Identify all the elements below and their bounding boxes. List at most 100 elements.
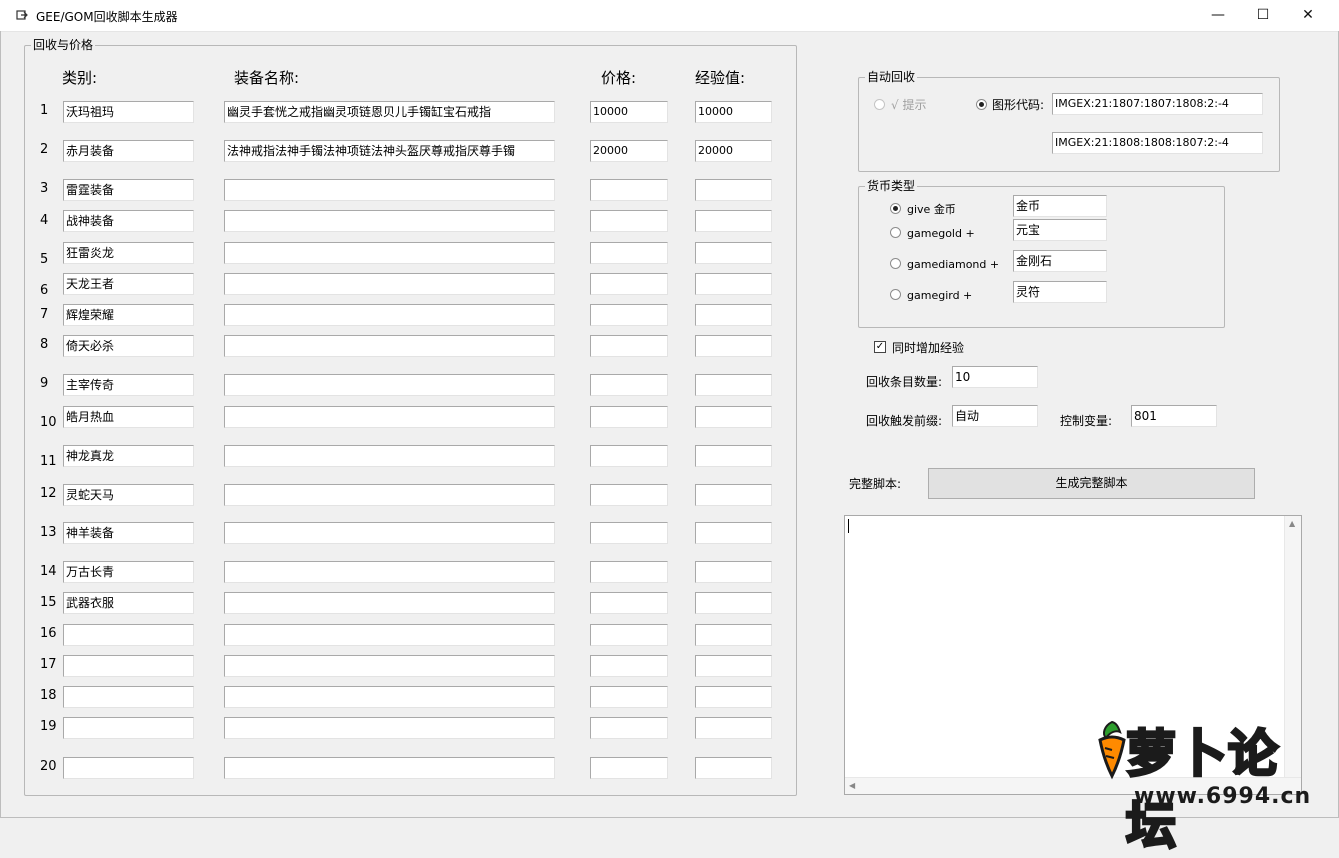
- price-input[interactable]: [590, 592, 668, 614]
- exp-input[interactable]: [695, 210, 772, 232]
- give-gold-radio[interactable]: [890, 203, 901, 214]
- price-input[interactable]: [590, 242, 668, 264]
- category-input[interactable]: 神羊装备: [63, 522, 194, 544]
- generate-script-button[interactable]: 生成完整脚本: [928, 468, 1255, 499]
- equipment-name-input[interactable]: [224, 484, 555, 506]
- price-input[interactable]: [590, 686, 668, 708]
- give-gold-value-input[interactable]: 金币: [1013, 195, 1107, 217]
- category-input[interactable]: 神龙真龙: [63, 445, 194, 467]
- equipment-name-input[interactable]: [224, 686, 555, 708]
- equipment-name-input[interactable]: [224, 561, 555, 583]
- graphic-code-2-input[interactable]: IMGEX:21:1808:1808:1807:2:-4: [1052, 132, 1263, 154]
- price-input[interactable]: [590, 757, 668, 779]
- price-input[interactable]: [590, 445, 668, 467]
- price-input[interactable]: [590, 484, 668, 506]
- gamegird-value-input[interactable]: 灵符: [1013, 281, 1107, 303]
- exp-input[interactable]: [695, 304, 772, 326]
- scroll-up-icon[interactable]: ▲: [1289, 519, 1295, 528]
- graphic-code-1-input[interactable]: IMGEX:21:1807:1807:1808:2:-4: [1052, 93, 1263, 115]
- graphic-code-radio[interactable]: [976, 99, 987, 110]
- category-input[interactable]: [63, 757, 194, 779]
- gamegold-radio[interactable]: [890, 227, 901, 238]
- recycle-count-input[interactable]: 10: [952, 366, 1038, 388]
- exp-input[interactable]: [695, 242, 772, 264]
- gamediamond-value-input[interactable]: 金刚石: [1013, 250, 1107, 272]
- category-input[interactable]: [63, 686, 194, 708]
- exp-input[interactable]: [695, 484, 772, 506]
- exp-input[interactable]: [695, 179, 772, 201]
- price-input[interactable]: [590, 179, 668, 201]
- equipment-name-input[interactable]: [224, 445, 555, 467]
- exp-input[interactable]: [695, 273, 772, 295]
- equipment-name-input[interactable]: 法神戒指法神手镯法神项链法神头盔厌尊戒指厌尊手镯: [224, 140, 555, 162]
- price-input[interactable]: [590, 406, 668, 428]
- price-input[interactable]: 20000: [590, 140, 668, 162]
- category-input[interactable]: 万古长青: [63, 561, 194, 583]
- exp-input[interactable]: [695, 624, 772, 646]
- exp-input[interactable]: [695, 374, 772, 396]
- close-button[interactable]: ✕: [1285, 0, 1331, 31]
- price-input[interactable]: [590, 210, 668, 232]
- category-input[interactable]: 灵蛇天马: [63, 484, 194, 506]
- equipment-name-input[interactable]: [224, 757, 555, 779]
- price-input[interactable]: [590, 374, 668, 396]
- add-exp-checkbox[interactable]: ✓: [874, 341, 886, 353]
- price-input[interactable]: [590, 522, 668, 544]
- hint-radio[interactable]: [874, 99, 885, 110]
- equipment-name-input[interactable]: [224, 335, 555, 357]
- gamegird-radio[interactable]: [890, 289, 901, 300]
- gamegold-value-input[interactable]: 元宝: [1013, 219, 1107, 241]
- equipment-name-input[interactable]: [224, 179, 555, 201]
- exp-input[interactable]: 20000: [695, 140, 772, 162]
- scroll-left-icon[interactable]: ◀: [849, 781, 855, 790]
- category-input[interactable]: [63, 655, 194, 677]
- category-input[interactable]: 武器衣服: [63, 592, 194, 614]
- exp-input[interactable]: [695, 592, 772, 614]
- equipment-name-input[interactable]: [224, 592, 555, 614]
- price-input[interactable]: [590, 335, 668, 357]
- equipment-name-input[interactable]: [224, 406, 555, 428]
- equipment-name-input[interactable]: [224, 655, 555, 677]
- price-input[interactable]: 10000: [590, 101, 668, 123]
- equipment-name-input[interactable]: [224, 210, 555, 232]
- category-input[interactable]: 天龙王者: [63, 273, 194, 295]
- price-input[interactable]: [590, 273, 668, 295]
- exp-input[interactable]: [695, 686, 772, 708]
- exp-input[interactable]: [695, 757, 772, 779]
- category-input[interactable]: [63, 717, 194, 739]
- exp-input[interactable]: [695, 406, 772, 428]
- price-input[interactable]: [590, 624, 668, 646]
- category-input[interactable]: 辉煌荣耀: [63, 304, 194, 326]
- equipment-name-input[interactable]: [224, 717, 555, 739]
- equipment-name-input[interactable]: [224, 624, 555, 646]
- price-input[interactable]: [590, 717, 668, 739]
- minimize-button[interactable]: —: [1195, 0, 1241, 31]
- exp-input[interactable]: [695, 561, 772, 583]
- price-input[interactable]: [590, 561, 668, 583]
- equipment-name-input[interactable]: [224, 522, 555, 544]
- equipment-name-input[interactable]: [224, 273, 555, 295]
- category-input[interactable]: 狂雷炎龙: [63, 242, 194, 264]
- exp-input[interactable]: [695, 655, 772, 677]
- category-input[interactable]: 赤月装备: [63, 140, 194, 162]
- equipment-name-input[interactable]: [224, 242, 555, 264]
- exp-input[interactable]: [695, 522, 772, 544]
- gamediamond-radio[interactable]: [890, 258, 901, 269]
- category-input[interactable]: [63, 624, 194, 646]
- price-input[interactable]: [590, 304, 668, 326]
- category-input[interactable]: 皓月热血: [63, 406, 194, 428]
- exp-input[interactable]: [695, 335, 772, 357]
- category-input[interactable]: 主宰传奇: [63, 374, 194, 396]
- exp-input[interactable]: [695, 717, 772, 739]
- trigger-prefix-input[interactable]: 自动: [952, 405, 1038, 427]
- category-input[interactable]: 战神装备: [63, 210, 194, 232]
- category-input[interactable]: 雷霆装备: [63, 179, 194, 201]
- control-variable-input[interactable]: 801: [1131, 405, 1217, 427]
- category-input[interactable]: 倚天必杀: [63, 335, 194, 357]
- exp-input[interactable]: 10000: [695, 101, 772, 123]
- maximize-button[interactable]: ☐: [1240, 0, 1286, 31]
- category-input[interactable]: 沃玛祖玛: [63, 101, 194, 123]
- equipment-name-input[interactable]: [224, 374, 555, 396]
- equipment-name-input[interactable]: [224, 304, 555, 326]
- exp-input[interactable]: [695, 445, 772, 467]
